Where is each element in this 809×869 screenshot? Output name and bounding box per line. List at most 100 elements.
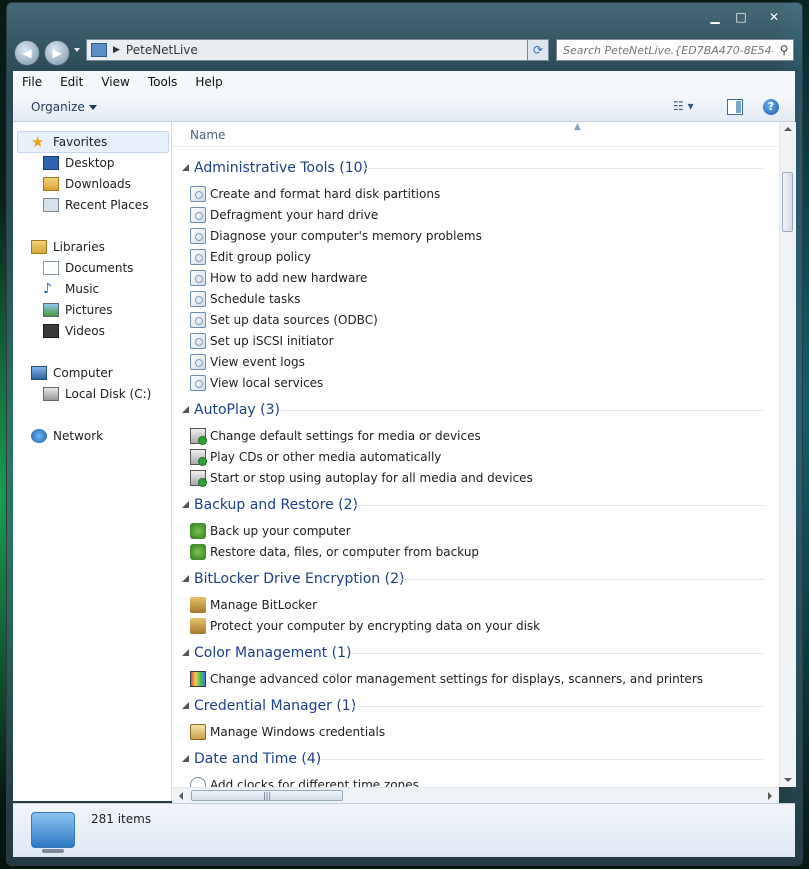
collapse-icon[interactable] [182,501,189,508]
task-label: Change advanced color management setting… [210,672,704,686]
refresh-button[interactable]: ⟳ [527,39,549,61]
task-item[interactable]: Schedule tasks [190,289,300,309]
sidebar-item-label: Computer [53,366,113,380]
scroll-left-icon[interactable] [179,792,183,800]
task-item[interactable]: View event logs [190,352,305,372]
column-header-name[interactable]: Name [190,128,225,142]
autoplay-icon [190,470,207,487]
task-item[interactable]: Change advanced color management setting… [190,669,703,689]
chevron-down-icon [88,105,97,110]
scroll-down-icon[interactable] [784,778,792,782]
menu-edit[interactable]: Edit [51,75,92,89]
group-divider [353,706,764,707]
breadcrumb-location[interactable]: PeteNetLive [126,43,198,57]
task-label: Back up your computer [210,524,351,538]
collapse-icon[interactable] [182,575,189,582]
sidebar-item-desktop[interactable]: Desktop [43,153,115,173]
sidebar-item-music[interactable]: ♪ Music [43,279,99,299]
sidebar-item-local-disk[interactable]: Local Disk (C:) [43,384,151,404]
breadcrumb-separator-icon[interactable]: ▶ [113,45,120,55]
organize-label: Organize [31,100,85,114]
group-header-credential-manager[interactable]: Credential Manager (1) [172,695,772,717]
organize-button[interactable]: Organize [31,100,97,114]
menu-file[interactable]: File [13,75,51,89]
group-header-bitlocker[interactable]: BitLocker Drive Encryption (2) [172,568,772,590]
hard-disk-icon [43,387,59,401]
task-item[interactable]: Add clocks for different time zones [190,775,419,787]
menu-help[interactable]: Help [186,75,231,89]
task-item[interactable]: Set up data sources (ODBC) [190,310,378,330]
collapse-icon[interactable] [182,702,189,709]
group-header-date-time[interactable]: Date and Time (4) [172,748,772,770]
help-icon[interactable]: ? [763,99,779,115]
sidebar-item-network[interactable]: Network [31,426,103,446]
maximize-button[interactable]: □ [728,7,754,27]
change-view-icon[interactable]: ☷ ▾ [673,99,705,115]
group-header-backup-restore[interactable]: Backup and Restore (2) [172,494,772,516]
collapse-icon[interactable] [182,164,189,171]
scroll-up-icon[interactable] [784,127,792,131]
vertical-scrollbar[interactable] [779,122,796,787]
back-button[interactable]: ◀ [14,40,40,66]
task-item[interactable]: Start or stop using autoplay for all med… [190,468,533,488]
task-item[interactable]: Change default settings for media or dev… [190,426,481,446]
task-item[interactable]: Diagnose your computer's memory problems [190,226,482,246]
sidebar-item-downloads[interactable]: Downloads [43,174,131,194]
task-label: Diagnose your computer's memory problems [210,229,482,243]
task-item[interactable]: Play CDs or other media automatically [190,447,441,467]
sidebar-item-favorites[interactable]: ★ Favorites [31,132,107,152]
search-icon[interactable]: ⚲ [775,43,793,57]
group-title: Color Management (1) [194,645,352,661]
preview-pane-icon[interactable] [727,99,743,115]
task-label: Edit group policy [210,250,312,264]
task-item[interactable]: Defragment your hard drive [190,205,378,225]
scroll-right-icon[interactable] [768,792,772,800]
task-item[interactable]: Set up iSCSI initiator [190,331,334,351]
pictures-icon [43,303,59,317]
task-label: View event logs [210,355,305,369]
search-input[interactable] [557,42,775,58]
recent-pages-dropdown[interactable] [74,48,80,52]
sidebar-item-label: Downloads [65,177,131,191]
group-divider [350,653,764,654]
sidebar-item-libraries[interactable]: Libraries [31,237,105,257]
collapse-icon[interactable] [182,406,189,413]
task-item[interactable]: Protect your computer by encrypting data… [190,616,540,636]
task-item[interactable]: Manage BitLocker [190,595,317,615]
horizontal-scroll-thumb[interactable]: ||| [191,790,343,801]
minimize-button[interactable]: ▁ [702,7,728,27]
task-item[interactable]: Create and format hard disk partitions [190,184,440,204]
group-title: Date and Time (4) [194,751,322,767]
credential-vault-icon [190,724,206,740]
sidebar-item-label: Local Disk (C:) [65,387,152,401]
task-label: How to add new hardware [210,271,368,285]
menu-tools[interactable]: Tools [139,75,187,89]
address-bar[interactable]: ▶ PeteNetLive ▼ [86,39,543,61]
sidebar-item-computer[interactable]: Computer [31,363,113,383]
group-header-administrative-tools[interactable]: Administrative Tools (10) [172,157,772,179]
sidebar-item-pictures[interactable]: Pictures [43,300,113,320]
autoplay-icon [190,428,207,445]
sidebar-item-videos[interactable]: Videos [43,321,105,341]
sidebar-item-recent-places[interactable]: Recent Places [43,195,148,215]
task-item[interactable]: Manage Windows credentials [190,722,385,742]
task-label: Play CDs or other media automatically [210,450,442,464]
task-item[interactable]: Restore data, files, or computer from ba… [190,542,479,562]
close-button[interactable]: ✕ [754,7,794,27]
task-item[interactable]: How to add new hardware [190,268,367,288]
group-header-color-management[interactable]: Color Management (1) [172,642,772,664]
vertical-scroll-thumb[interactable] [782,172,793,232]
collapse-icon[interactable] [182,649,189,656]
menu-view[interactable]: View [92,75,138,89]
sidebar-item-documents[interactable]: Documents [43,258,133,278]
backup-icon [190,544,206,560]
horizontal-scrollbar[interactable]: ||| [172,787,779,804]
collapse-icon[interactable] [182,755,189,762]
task-item[interactable]: View local services [190,373,323,393]
group-header-autoplay[interactable]: AutoPlay (3) [172,399,772,421]
task-item[interactable]: Edit group policy [190,247,311,267]
search-box[interactable]: ⚲ [556,39,794,61]
forward-button[interactable]: ▶ [44,40,70,66]
admin-tools-icon [190,333,206,349]
task-item[interactable]: Back up your computer [190,521,351,541]
